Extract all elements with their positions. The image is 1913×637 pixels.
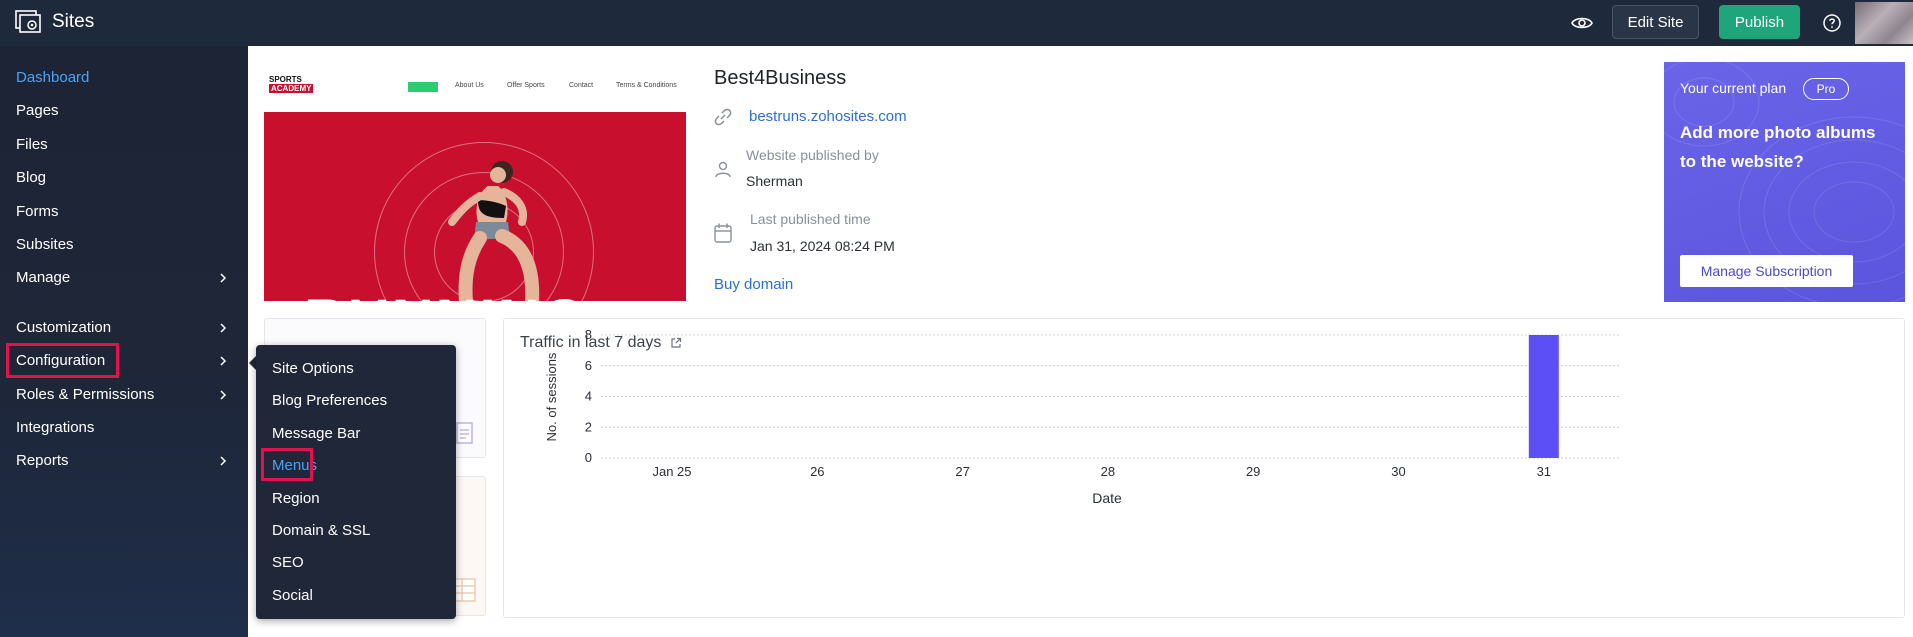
runner-figure-icon — [448, 161, 540, 301]
sidebar-item-integrations[interactable]: Integrations — [16, 419, 94, 436]
thumbnail-header: SPORTS ACADEMY About Us Offer Sports Con… — [264, 70, 686, 112]
sidebar-item-forms[interactable]: Forms — [16, 203, 59, 220]
thumbnail-hero — [264, 112, 686, 301]
y-tick-label: 2 — [585, 419, 592, 434]
site-name: Best4Business — [714, 67, 847, 89]
sidebar-item-reports[interactable]: Reports — [16, 452, 69, 469]
publish-button[interactable]: Publish — [1719, 5, 1800, 39]
chart-bar[interactable] — [1528, 335, 1559, 458]
sidebar-item-customization[interactable]: Customization — [16, 319, 111, 336]
submenu-item-social[interactable]: Social — [272, 587, 313, 604]
edit-site-button[interactable]: Edit Site — [1612, 5, 1699, 39]
app-title: Sites — [52, 11, 95, 32]
y-tick-label: 8 — [585, 327, 592, 342]
x-tick-label: 28 — [1101, 464, 1115, 479]
published-time-label: Last published time — [750, 211, 871, 227]
chevron-right-icon — [220, 390, 227, 400]
preview-eye-icon[interactable] — [1570, 11, 1594, 35]
chevron-right-icon — [220, 356, 227, 366]
sidebar-item-manage[interactable]: Manage — [16, 269, 70, 286]
sidebar-item-dashboard[interactable]: Dashboard — [16, 69, 89, 86]
submenu-item-region[interactable]: Region — [272, 490, 320, 507]
configuration-highlight-box — [6, 343, 119, 378]
x-tick-label: 26 — [810, 464, 824, 479]
buy-domain-link[interactable]: Buy domain — [714, 276, 793, 293]
thumbnail-logo: SPORTS ACADEMY — [269, 75, 314, 93]
traffic-bar-chart: 0 2 4 6 8 Jan 25 26 27 28 29 30 31 Date No. of sessio… — [544, 327, 1621, 506]
chevron-right-icon — [220, 273, 227, 283]
plan-badge: Pro — [1803, 78, 1849, 100]
sidebar-item-subsites[interactable]: Subsites — [16, 236, 74, 253]
chevron-right-icon — [220, 323, 227, 333]
plan-card: Your current plan Pro Add more photo alb… — [1664, 62, 1905, 302]
thumbnail-hero-text: RUNNING — [304, 292, 589, 302]
submenu-item-message-bar[interactable]: Message Bar — [272, 425, 360, 442]
x-tick-label: 30 — [1391, 464, 1405, 479]
thumbnail-logo-top: SPORTS — [269, 75, 302, 84]
configuration-submenu: Site Options Blog Preferences Message Ba… — [256, 345, 456, 619]
thumbnail-logo-bottom: ACADEMY — [269, 84, 314, 93]
menus-highlight-box — [261, 448, 313, 481]
sidebar-item-blog[interactable]: Blog — [16, 169, 46, 186]
calendar-icon — [714, 223, 732, 243]
thumbnail-nav-contact: Contact — [569, 82, 594, 89]
published-by-label: Website published by — [746, 147, 879, 163]
y-tick-label: 4 — [585, 389, 592, 404]
x-tick-label: 27 — [955, 464, 969, 479]
sidebar-item-roles-permissions[interactable]: Roles & Permissions — [16, 386, 154, 403]
thumbnail-nav-about: About Us — [455, 82, 484, 89]
x-tick-label: Jan 25 — [652, 464, 691, 479]
submenu-item-site-options[interactable]: Site Options — [272, 360, 354, 377]
chevron-right-icon — [220, 456, 227, 466]
table-icon — [454, 578, 476, 602]
sidebar-item-pages[interactable]: Pages — [16, 102, 59, 119]
sidebar: Dashboard Pages Files Blog Forms Subsite… — [0, 46, 248, 637]
site-url-link[interactable]: bestruns.zohosites.com — [749, 108, 907, 125]
submenu-item-domain-ssl[interactable]: Domain & SSL — [272, 522, 370, 539]
thumbnail-home-button — [408, 82, 438, 92]
thumbnail-nav-terms: Terms & Conditions — [616, 82, 677, 89]
document-icon — [456, 422, 473, 444]
published-time-value: Jan 31, 2024 08:24 PM — [750, 238, 895, 254]
y-tick-label: 0 — [585, 450, 592, 465]
current-plan-label: Your current plan — [1680, 80, 1787, 96]
traffic-card: Traffic in last 7 days 0 2 4 6 8 Jan 25 26 27 28… — [503, 318, 1905, 618]
x-tick-label: 31 — [1537, 464, 1551, 479]
help-icon[interactable] — [1820, 11, 1844, 35]
x-axis-label: Date — [1092, 490, 1122, 506]
submenu-item-blog-preferences[interactable]: Blog Preferences — [272, 392, 387, 409]
thumbnail-nav-offer-sports: Offer Sports — [507, 82, 545, 89]
link-icon — [714, 108, 732, 126]
sidebar-item-files[interactable]: Files — [16, 136, 48, 153]
manage-subscription-button[interactable]: Manage Subscription — [1680, 255, 1853, 287]
top-bar: Sites Edit Site Publish — [0, 0, 1913, 46]
y-axis-label: No. of sessions — [544, 352, 559, 441]
x-tick-label: 29 — [1246, 464, 1260, 479]
submenu-item-seo[interactable]: SEO — [272, 554, 304, 571]
site-preview-thumbnail[interactable]: SPORTS ACADEMY About Us Offer Sports Con… — [264, 70, 686, 301]
y-tick-label: 6 — [585, 358, 592, 373]
sites-logo-icon — [15, 10, 41, 33]
plan-promo-text: Add more photo albums to the website? — [1680, 123, 1876, 171]
user-icon — [715, 161, 731, 178]
user-avatar[interactable] — [1855, 2, 1913, 44]
published-by-value: Sherman — [746, 173, 803, 189]
